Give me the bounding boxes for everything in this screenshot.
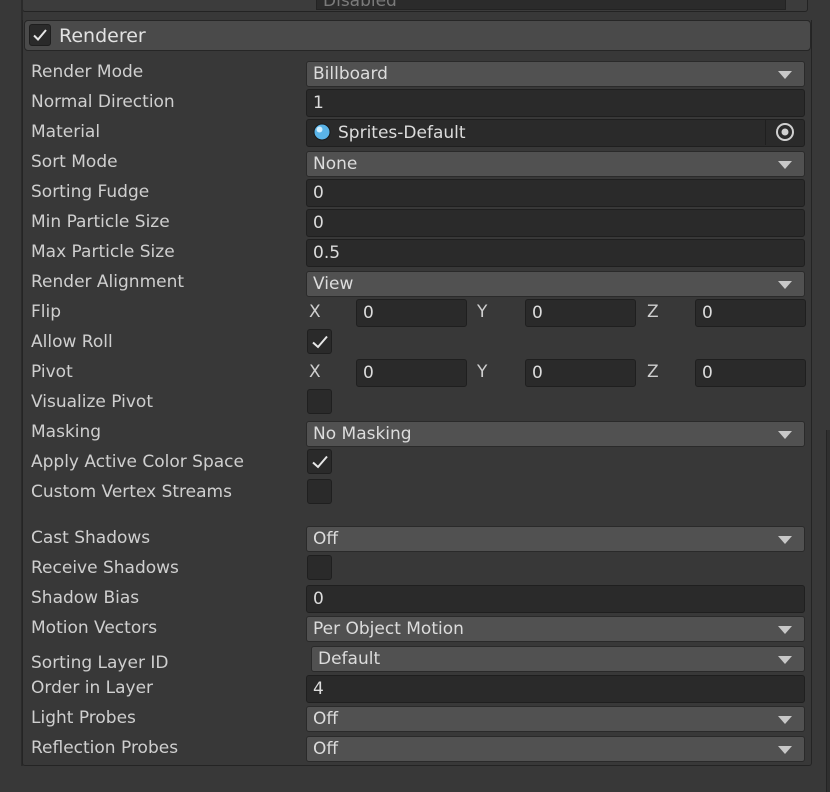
reflection-probes-label: Reflection Probes <box>31 738 179 758</box>
cast-shadows-value: Off <box>313 529 339 549</box>
max-particle-size-label: Max Particle Size <box>31 242 175 262</box>
flip-x-input[interactable]: 0 <box>356 299 467 327</box>
masking-label: Masking <box>31 422 102 442</box>
render-mode-dropdown[interactable]: Billboard <box>306 61 805 87</box>
cast-shadows-label: Cast Shadows <box>31 528 151 548</box>
allow-roll-checkbox[interactable] <box>307 329 332 354</box>
material-object-field[interactable]: Sprites-Default <box>306 119 805 147</box>
render-mode-label: Render Mode <box>31 62 144 82</box>
normal-direction-input[interactable]: 1 <box>306 89 805 117</box>
render-mode-value: Billboard <box>313 64 388 84</box>
apply-active-color-space-label: Apply Active Color Space <box>31 452 244 472</box>
chevron-down-icon <box>778 536 792 544</box>
chevron-down-icon <box>778 71 792 79</box>
min-particle-size-label: Min Particle Size <box>31 212 170 232</box>
sort-mode-label: Sort Mode <box>31 152 118 172</box>
max-particle-size-input[interactable]: 0.5 <box>306 239 805 267</box>
cast-shadows-dropdown[interactable]: Off <box>306 526 805 552</box>
masking-value: No Masking <box>313 424 412 444</box>
light-probes-dropdown[interactable]: Off <box>306 706 805 732</box>
material-value: Sprites-Default <box>338 123 466 143</box>
receive-shadows-checkbox[interactable] <box>307 555 332 580</box>
checkmark-icon <box>33 29 47 41</box>
pivot-label: Pivot <box>31 362 73 382</box>
render-alignment-value: View <box>313 274 354 294</box>
pivot-x-label: X <box>309 362 321 382</box>
flip-y-input[interactable]: 0 <box>525 299 636 327</box>
chevron-down-icon <box>778 746 792 754</box>
pivot-z-label: Z <box>647 362 659 382</box>
motion-vectors-label: Motion Vectors <box>31 618 158 638</box>
chevron-down-icon <box>778 281 792 289</box>
pivot-y-input[interactable]: 0 <box>525 359 636 387</box>
chevron-down-icon <box>778 656 792 664</box>
flip-z-label: Z <box>647 302 659 322</box>
light-probes-value: Off <box>313 709 339 729</box>
material-sphere-icon <box>313 123 331 141</box>
light-probes-label: Light Probes <box>31 708 136 728</box>
custom-vertex-streams-checkbox[interactable] <box>307 479 332 504</box>
render-alignment-dropdown[interactable]: View <box>306 271 805 297</box>
reflection-probes-value: Off <box>313 739 339 759</box>
material-label: Material <box>31 122 101 142</box>
pivot-z-input[interactable]: 0 <box>695 359 806 387</box>
sorting-layer-id-dropdown[interactable]: Default <box>311 646 805 672</box>
sorting-layer-id-value: Default <box>318 649 381 669</box>
visualize-pivot-checkbox[interactable] <box>307 389 332 414</box>
visualize-pivot-label: Visualize Pivot <box>31 392 153 412</box>
flip-x-label: X <box>309 302 321 322</box>
chevron-down-icon <box>778 161 792 169</box>
scrollbar[interactable] <box>826 430 830 792</box>
min-particle-size-input[interactable]: 0 <box>306 209 805 237</box>
chevron-down-icon <box>778 626 792 634</box>
receive-shadows-label: Receive Shadows <box>31 558 179 578</box>
sorting-fudge-label: Sorting Fudge <box>31 182 150 202</box>
render-alignment-label: Render Alignment <box>31 272 185 292</box>
module-title: Renderer <box>59 25 146 47</box>
sort-mode-dropdown[interactable]: None <box>306 151 805 177</box>
shadow-bias-label: Shadow Bias <box>31 588 140 608</box>
normal-direction-label: Normal Direction <box>31 92 175 112</box>
checkmark-icon <box>312 335 328 349</box>
chevron-down-icon <box>778 431 792 439</box>
object-picker-button[interactable] <box>765 120 804 145</box>
order-in-layer-label: Order in Layer <box>31 678 154 698</box>
module-enable-checkbox[interactable] <box>29 24 51 46</box>
sorting-layer-id-label: Sorting Layer ID <box>31 653 169 673</box>
checkmark-icon <box>312 455 328 469</box>
chevron-down-icon <box>778 716 792 724</box>
pivot-y-label: Y <box>477 362 488 382</box>
sorting-fudge-input[interactable]: 0 <box>306 179 805 207</box>
masking-dropdown[interactable]: No Masking <box>306 421 805 447</box>
shadow-bias-input[interactable]: 0 <box>306 585 805 613</box>
allow-roll-label: Allow Roll <box>31 332 113 352</box>
motion-vectors-dropdown[interactable]: Per Object Motion <box>306 616 805 642</box>
flip-y-label: Y <box>477 302 488 322</box>
apply-active-color-space-checkbox[interactable] <box>307 449 332 474</box>
inspector-root: Disabled Renderer Render Mode Billboard … <box>0 0 830 792</box>
sort-mode-value: None <box>313 154 358 174</box>
order-in-layer-input[interactable]: 4 <box>306 675 805 703</box>
flip-z-input[interactable]: 0 <box>695 299 806 327</box>
pivot-x-input[interactable]: 0 <box>356 359 467 387</box>
flip-label: Flip <box>31 302 62 322</box>
object-picker-icon <box>776 123 794 141</box>
previous-module-field[interactable]: Disabled <box>316 0 786 10</box>
motion-vectors-value: Per Object Motion <box>313 619 464 639</box>
custom-vertex-streams-label: Custom Vertex Streams <box>31 482 232 502</box>
reflection-probes-dropdown[interactable]: Off <box>306 736 805 762</box>
